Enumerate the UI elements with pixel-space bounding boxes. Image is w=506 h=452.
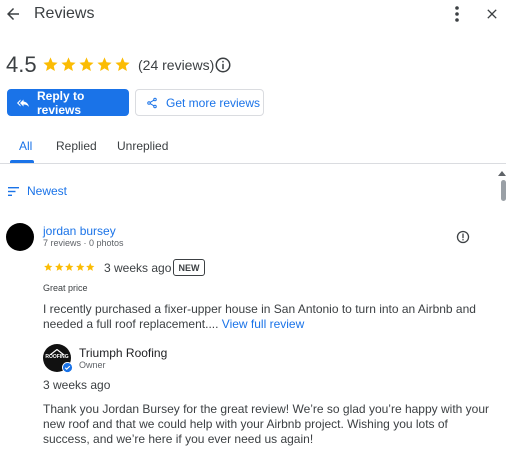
sort-button[interactable]: Newest <box>8 184 67 198</box>
star-icon <box>54 262 63 271</box>
get-more-reviews-label: Get more reviews <box>166 95 261 110</box>
star-icon <box>75 262 84 271</box>
reply-to-reviews-label: Reply to reviews <box>37 88 85 117</box>
review-count: (24 reviews) <box>138 57 215 73</box>
reviewer-name[interactable]: jordan bursey <box>43 224 116 238</box>
view-full-review-link[interactable]: View full review <box>222 317 304 331</box>
star-icon <box>43 57 58 72</box>
star-icon <box>44 262 53 271</box>
summary-stars <box>42 52 131 78</box>
owner-reply-time: 3 weeks ago <box>43 378 111 392</box>
rating-value: 4.5 <box>6 52 37 77</box>
star-icon <box>115 57 130 72</box>
back-arrow-icon[interactable] <box>4 5 22 23</box>
new-badge: NEW <box>173 259 205 276</box>
review-stars <box>43 262 96 272</box>
review-tag: Great price <box>43 283 88 293</box>
info-icon[interactable] <box>214 56 232 74</box>
share-icon <box>147 97 157 108</box>
tab-all[interactable]: All <box>19 139 32 153</box>
sort-label: Newest <box>27 184 68 198</box>
star-icon <box>86 262 95 271</box>
tabs-divider <box>0 163 506 164</box>
tab-replied[interactable]: Replied <box>56 139 97 153</box>
get-more-reviews-button[interactable]: Get more reviews <box>135 89 264 116</box>
scroll-up-arrow[interactable] <box>498 171 506 176</box>
close-icon[interactable] <box>484 6 500 22</box>
owner-reply-text: Thank you Jordan Bursey for the great re… <box>43 402 490 446</box>
star-icon <box>61 57 76 72</box>
reply-all-icon <box>17 99 29 107</box>
owner-name: Triumph Roofing <box>79 346 168 360</box>
reviewer-avatar[interactable] <box>6 223 34 251</box>
star-icon <box>97 57 112 72</box>
owner-logo-text: ROOFING <box>45 354 69 360</box>
star-icon <box>79 57 94 72</box>
star-icon <box>65 262 74 271</box>
review-time: 3 weeks ago <box>104 261 172 275</box>
scrollbar-thumb[interactable] <box>501 180 506 201</box>
page-title: Reviews <box>34 5 95 22</box>
reviewer-meta: 7 reviews · 0 photos <box>43 238 124 248</box>
reply-to-reviews-button[interactable]: Reply to reviews <box>7 88 129 117</box>
review-text: I recently purchased a fixer-upper house… <box>43 302 491 332</box>
owner-role: Owner <box>79 360 106 370</box>
tab-unreplied[interactable]: Unreplied <box>117 139 168 153</box>
report-icon[interactable] <box>456 230 470 244</box>
verified-icon <box>62 362 73 373</box>
more-vert-icon[interactable] <box>449 5 465 23</box>
sort-icon <box>8 186 19 196</box>
